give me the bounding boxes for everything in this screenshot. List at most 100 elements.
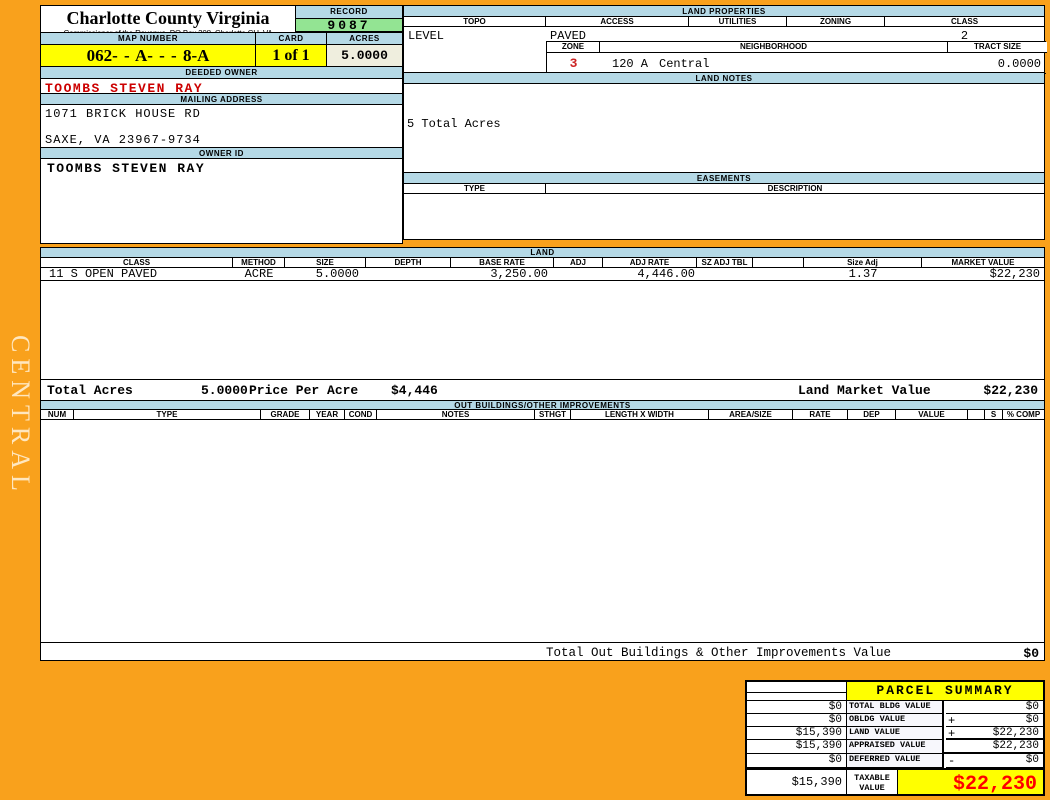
ob-col-blank	[968, 410, 985, 419]
ps-prior-land: $15,390	[747, 727, 847, 740]
map-card-acres-header-row: MAP NUMBER CARD ACRES	[41, 32, 402, 45]
total-acres-value: 5.0000	[201, 383, 248, 398]
land-properties-header-row: TOPO ACCESS UTILITIES ZONING CLASS	[404, 17, 1044, 27]
ob-col-cond: COND	[345, 410, 377, 419]
deeded-owner-label: DEEDED OWNER	[41, 67, 402, 79]
ps-label-obldg: OBLDG VALUE	[847, 714, 944, 727]
easement-description-label: DESCRIPTION	[546, 184, 1044, 193]
property-record-page: CENTRAL Charlotte County Virginia Commis…	[0, 0, 1050, 800]
land-sz-adj-tbl-value	[697, 268, 753, 280]
land-col-base-rate: BASE RATE	[451, 258, 554, 267]
district-strip-label: CENTRAL	[6, 335, 35, 497]
class-label: CLASS	[885, 17, 1044, 26]
ps-op-total-bldg	[946, 701, 960, 714]
access-label: ACCESS	[546, 17, 689, 26]
ob-col-num: NUM	[41, 410, 74, 419]
land-size-adj-value: 1.37	[848, 267, 878, 281]
land-method-value: ACRE	[244, 267, 274, 281]
ps-value-total-bldg: $0	[960, 701, 1043, 714]
ps-value-deferred: $0	[960, 754, 1043, 768]
out-buildings-title: OUT BUILDINGS/OTHER IMPROVEMENTS	[41, 400, 1044, 410]
land-market-value-total: $22,230	[983, 383, 1038, 398]
ps-prior-obldg: $0	[747, 714, 847, 727]
ps-label-appraised: APPRAISED VALUE	[847, 740, 944, 754]
ob-col-area-size: AREA/SIZE	[709, 410, 793, 419]
land-depth-value	[366, 268, 451, 280]
ps-blank-cell-a	[747, 682, 847, 693]
ps-value-appraised: $22,230	[944, 740, 1043, 754]
ob-col-pct-comp: % COMP	[1003, 410, 1044, 419]
land-base-rate-value: 3,250.00	[490, 267, 548, 281]
ps-value-obldg: $0	[960, 714, 1043, 727]
ps-value-taxable: $22,230	[898, 770, 1043, 796]
land-col-method: METHOD	[233, 258, 285, 267]
ps-op-land: +	[946, 727, 960, 741]
topo-value: LEVEL	[408, 29, 445, 43]
ps-label-deferred: DEFERRED VALUE	[847, 754, 944, 768]
zoning-label: ZONING	[787, 17, 885, 26]
land-col-adj-rate: ADJ RATE	[603, 258, 697, 267]
ob-col-type: TYPE	[74, 410, 261, 419]
ps-prior-total-bldg: $0	[747, 701, 847, 714]
record-box: RECORD 9087	[295, 6, 402, 32]
easements-title: EASEMENTS	[404, 172, 1044, 184]
ps-taxable-row: $15,390 TAXABLE VALUE $22,230	[747, 768, 1043, 796]
zone-header-row: ZONE NEIGHBORHOOD TRACT SIZE	[547, 42, 1047, 53]
easement-type-label: TYPE	[404, 184, 546, 193]
acres-value: 5.0000	[327, 45, 402, 66]
land-col-sz-adj-tbl: SZ ADJ TBL	[697, 258, 753, 267]
land-notes-title: LAND NOTES	[404, 72, 1044, 84]
tract-size-value: 0.0000	[997, 57, 1041, 71]
owner-card: Charlotte County Virginia Commissioner o…	[40, 5, 403, 244]
parcel-summary-card: PARCEL SUMMARY $0 TOTAL BLDG VALUE $0 $0…	[745, 680, 1045, 796]
out-buildings-total-value: $0	[1023, 646, 1039, 661]
address-line1: 1071 BRICK HOUSE RD	[45, 107, 201, 121]
map-card-acres-value-row: 062- - A- - - 8-A 1 of 1 5.0000	[41, 45, 402, 67]
county-title: Charlotte County Virginia	[66, 8, 270, 28]
ps-label-taxable-line2: VALUE	[859, 783, 885, 793]
land-adj-value	[554, 268, 603, 280]
land-col-size: SIZE	[285, 258, 366, 267]
ps-label-total-bldg: TOTAL BLDG VALUE	[847, 701, 944, 714]
topo-label: TOPO	[404, 17, 546, 26]
zone-neighborhood-table: ZONE NEIGHBORHOOD TRACT SIZE 3 120 A Cen…	[546, 41, 1047, 74]
land-size-value: 5.0000	[315, 267, 359, 281]
land-section-title: LAND	[41, 248, 1044, 258]
acres-label: ACRES	[327, 33, 402, 44]
ob-col-value: VALUE	[896, 410, 968, 419]
land-adj-rate-value: 4,446.00	[637, 267, 695, 281]
ps-prior-appraised: $15,390	[747, 740, 847, 754]
land-table-card: LAND CLASS METHOD SIZE DEPTH BASE RATE A…	[40, 247, 1045, 661]
address-line2: SAXE, VA 23967-9734	[45, 133, 201, 147]
land-market-value: $22,230	[989, 267, 1040, 281]
utilities-label: UTILITIES	[689, 17, 787, 26]
land-totals-row: Total Acres 5.0000 Price Per Acre $4,446…	[41, 379, 1044, 398]
land-class-value: 11 S OPEN PAVED	[49, 267, 158, 281]
land-col-market-value: MARKET VALUE	[922, 258, 1044, 267]
owner-id-value: TOOMBS STEVEN RAY	[47, 161, 206, 176]
land-col-class: CLASS	[41, 258, 233, 267]
land-col-size-adj: Size Adj	[804, 258, 922, 267]
ps-label-taxable: TAXABLE VALUE	[847, 770, 898, 794]
out-buildings-total-label: Total Out Buildings & Other Improvements…	[546, 646, 892, 660]
land-col-blank	[753, 258, 804, 267]
land-properties-card: LAND PROPERTIES TOPO ACCESS UTILITIES ZO…	[403, 5, 1047, 240]
tract-size-label: TRACT SIZE	[948, 42, 1047, 52]
land-data-row: 11 S OPEN PAVED ACRE 5.0000 3,250.00 4,4…	[41, 268, 1044, 281]
price-per-acre-value: $4,446	[391, 383, 438, 398]
ob-col-year: YEAR	[310, 410, 345, 419]
land-blank-value	[753, 268, 804, 280]
ob-col-dep: DEP	[848, 410, 896, 419]
ob-col-notes: NOTES	[377, 410, 535, 419]
zone-value: 3	[569, 56, 578, 71]
land-market-value-label: Land Market Value	[798, 383, 931, 398]
card-label: CARD	[256, 33, 327, 44]
out-buildings-total-row: Total Out Buildings & Other Improvements…	[41, 642, 1044, 661]
land-col-adj: ADJ	[554, 258, 603, 267]
ob-col-sthgt: STHGT	[535, 410, 571, 419]
easements-header-row: TYPE DESCRIPTION	[404, 184, 1044, 194]
map-number-label: MAP NUMBER	[41, 33, 256, 44]
ps-prior-taxable: $15,390	[747, 770, 847, 794]
ps-prior-deferred: $0	[747, 754, 847, 768]
ps-op-deferred: -	[946, 754, 960, 768]
